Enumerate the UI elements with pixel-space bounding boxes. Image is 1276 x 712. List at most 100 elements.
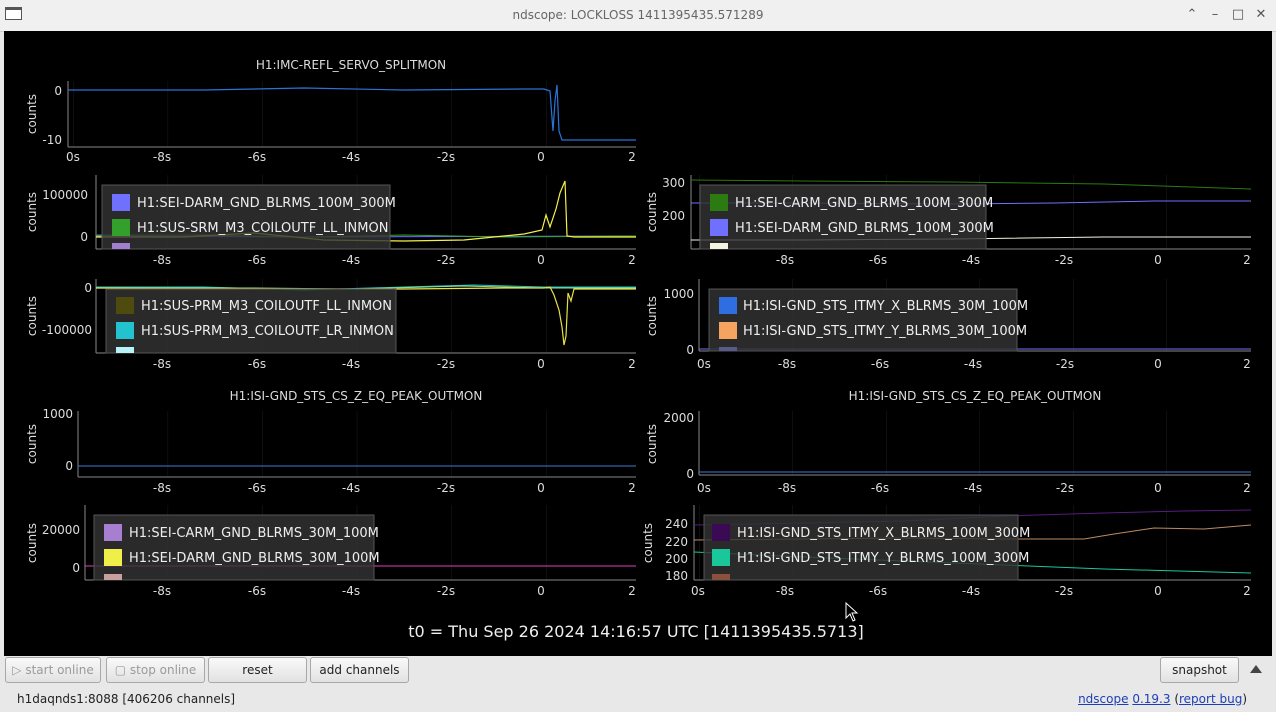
legend-swatch xyxy=(710,243,728,249)
y-tick-label: 0 xyxy=(72,561,80,575)
x-tick-label: 2 xyxy=(1243,584,1251,598)
reset-button[interactable]: reset xyxy=(208,657,307,683)
x-tick-label: -2s xyxy=(437,253,455,267)
legend: H1:SEI-CARM_GND_BLRMS_30M_100M H1:SEI-DA… xyxy=(93,514,380,581)
legend-entry: H1:SEI-DARM_GND_BLRMS_100M_300M xyxy=(735,221,994,236)
plot-cs-z-eq-peak-left[interactable]: H1:ISI-GND_STS_CS_Z_EQ_PEAK_OUTMON count… xyxy=(25,389,636,495)
server-status: h1daqnds1:8088 [406206 channels] xyxy=(17,692,236,706)
legend-swatch xyxy=(712,574,730,580)
x-tick-label: -6s xyxy=(871,481,889,495)
x-tick-label: 0 xyxy=(537,253,545,267)
legend: H1:SEI-CARM_GND_BLRMS_100M_300M H1:SEI-D… xyxy=(699,184,994,250)
snapshot-button[interactable]: snapshot xyxy=(1160,657,1239,683)
y-axis-label: counts xyxy=(25,192,39,232)
plot-title: H1:IMC-REFL_SERVO_SPLITMON xyxy=(256,58,446,72)
y-tick-label: 180 xyxy=(665,569,688,583)
x-tick-label: 2 xyxy=(628,481,636,495)
y-tick-label: 20000 xyxy=(42,523,80,537)
y-tick-label: 1000 xyxy=(663,287,694,301)
x-tick-label: -8s xyxy=(153,150,171,164)
plot-area[interactable]: H1:IMC-REFL_SERVO_SPLITMON counts 0 -10 … xyxy=(4,31,1272,656)
x-tick-label: -4s xyxy=(342,481,360,495)
close-icon[interactable]: ✕ xyxy=(1253,6,1269,24)
version-info: ndscope 0.19.3 (report bug) xyxy=(1078,692,1247,706)
x-tick-label: -6s xyxy=(871,357,889,371)
x-tick-label: 0 xyxy=(537,584,545,598)
maximize-icon[interactable]: □ xyxy=(1230,6,1246,24)
y-tick-label: 100000 xyxy=(42,188,88,202)
y-tick-label: 300 xyxy=(662,176,685,190)
x-tick-label: -4s xyxy=(342,584,360,598)
x-tick-label: -4s xyxy=(964,357,982,371)
x-tick-label: -8s xyxy=(153,357,171,371)
y-axis-label: counts xyxy=(25,296,39,336)
x-tick-label: -6s xyxy=(869,253,887,267)
x-tick-label: -4s xyxy=(342,150,360,164)
legend-swatch xyxy=(719,322,737,339)
report-bug-link[interactable]: report bug xyxy=(1179,692,1242,706)
legend-swatch xyxy=(719,347,737,351)
y-tick-label: -10 xyxy=(42,133,62,147)
x-tick-label: -8s xyxy=(153,253,171,267)
plot-title: H1:ISI-GND_STS_CS_Z_EQ_PEAK_OUTMON xyxy=(849,389,1102,403)
plot-cs-z-eq-peak-right[interactable]: H1:ISI-GND_STS_CS_Z_EQ_PEAK_OUTMON count… xyxy=(645,389,1251,495)
chevron-up-icon[interactable]: ⌃ xyxy=(1184,6,1200,24)
legend-entry: H1:ISI-GND_STS_ITMY_Y_BLRMS_30M_100M xyxy=(743,324,1027,339)
y-tick-label: 0 xyxy=(686,467,694,481)
x-tick-label: 0 xyxy=(1154,584,1162,598)
y-tick-label: 0 xyxy=(80,230,88,244)
collapse-arrow-icon[interactable] xyxy=(1250,665,1262,673)
x-tick-label: -6s xyxy=(248,481,266,495)
x-tick-label: -2s xyxy=(1056,481,1074,495)
legend-swatch xyxy=(712,549,730,566)
x-tick-label: -2s xyxy=(1056,357,1074,371)
x-tick-label: 2 xyxy=(1243,253,1251,267)
minimize-icon[interactable]: – xyxy=(1207,6,1223,24)
legend-swatch xyxy=(719,297,737,314)
t0-label: t0 = Thu Sep 26 2024 14:16:57 UTC [14113… xyxy=(408,622,864,641)
legend-swatch xyxy=(112,194,130,211)
y-axis-label: counts xyxy=(645,296,659,336)
legend-swatch xyxy=(112,219,130,236)
y-axis-label: counts xyxy=(645,424,659,464)
stop-online-button[interactable]: ▢ stop online xyxy=(106,657,205,683)
start-online-button[interactable]: ▷ start online xyxy=(5,657,101,683)
plot-itmy-30m[interactable]: counts 1000 0 H1:ISI-GND_STS_ITMY_X_BLRM… xyxy=(645,279,1251,371)
legend-swatch xyxy=(104,549,122,566)
plot-imc-refl[interactable]: H1:IMC-REFL_SERVO_SPLITMON counts 0 -10 … xyxy=(25,58,636,164)
plot-title: H1:ISI-GND_STS_CS_Z_EQ_PEAK_OUTMON xyxy=(230,389,483,403)
y-axis-label: counts xyxy=(25,523,39,563)
x-tick-label: -8s xyxy=(153,481,171,495)
legend-swatch xyxy=(116,347,134,353)
plot-darm-srm[interactable]: counts 100000 0 H1:SEI-DARM_GND_BLRMS_10… xyxy=(25,175,637,267)
plot-carm-darm-30m[interactable]: counts 20000 0 H1:SEI-CARM_GND_BLRMS_30M… xyxy=(25,505,636,598)
plot-itmy-100m[interactable]: counts 240 220 200 180 H1:ISI-GND_STS_IT… xyxy=(641,505,1252,598)
legend-swatch xyxy=(116,322,134,339)
x-tick-label: 0 xyxy=(1154,357,1162,371)
x-tick-label: -4s xyxy=(962,253,980,267)
version-link[interactable]: 0.19.3 xyxy=(1132,692,1170,706)
y-axis-label: counts xyxy=(25,94,39,134)
add-channels-button[interactable]: add channels xyxy=(310,657,409,683)
x-tick-label: 2 xyxy=(1243,481,1251,495)
x-tick-label: -6s xyxy=(248,357,266,371)
x-tick-label: -6s xyxy=(248,584,266,598)
legend-swatch xyxy=(104,524,122,541)
x-tick-label: -2s xyxy=(1055,584,1073,598)
legend-swatch xyxy=(104,574,122,580)
y-tick-label: 0 xyxy=(686,343,694,357)
x-tick-label: -8s xyxy=(153,584,171,598)
window-title: ndscope: LOCKLOSS 1411395435.571289 xyxy=(512,8,764,22)
plot-prm-coils[interactable]: counts 0 -100000 H1:SUS-PRM_M3_COILOUTF_… xyxy=(25,279,636,371)
legend-entry: H1:SEI-DARM_GND_BLRMS_100M_300M xyxy=(137,196,396,211)
x-tick-label: -4s xyxy=(342,357,360,371)
y-tick-label: -100000 xyxy=(42,323,92,337)
x-tick-label: -8s xyxy=(778,357,796,371)
x-tick-label: -8s xyxy=(776,253,794,267)
x-tick-label: -6s xyxy=(248,150,266,164)
legend-entry: H1:SEI-DARM_GND_BLRMS_30M_100M xyxy=(129,551,380,566)
plot-carm-darm-100m[interactable]: counts 300 200 H1:SEI-CARM_GND_BLRMS_100… xyxy=(645,175,1252,267)
x-tick-label: 2 xyxy=(1243,357,1251,371)
ndscope-link[interactable]: ndscope xyxy=(1078,692,1128,706)
x-tick-label: -2s xyxy=(437,481,455,495)
